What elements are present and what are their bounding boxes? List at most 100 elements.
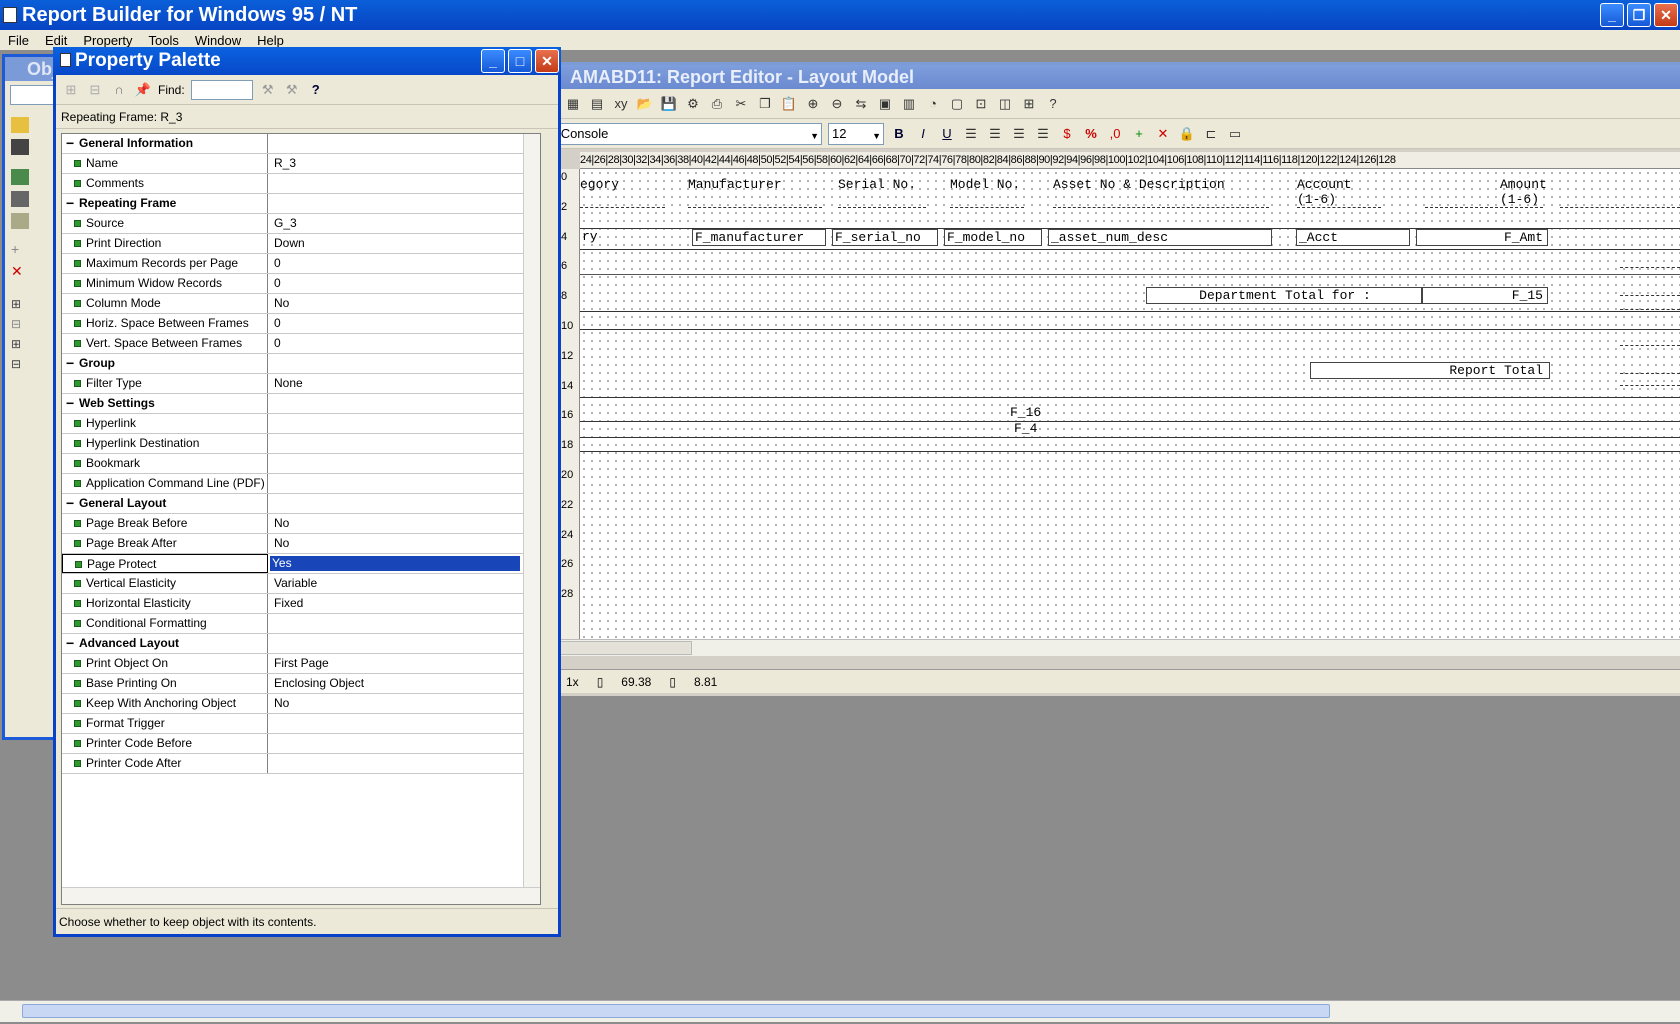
align-icon[interactable]: ⇆	[852, 95, 870, 113]
property-row[interactable]: Conditional Formatting	[62, 614, 540, 634]
layout-canvas[interactable]: egory Manufacturer Serial No. Model No. …	[580, 169, 1680, 639]
property-value[interactable]: G_3	[268, 214, 540, 233]
add-decimal-icon[interactable]: +	[1130, 125, 1148, 143]
property-row[interactable]: Printer Code Before	[62, 734, 540, 754]
comma-icon[interactable]: ,0	[1106, 125, 1124, 143]
property-row[interactable]: Maximum Records per Page 0	[62, 254, 540, 274]
field-category[interactable]: ry	[580, 229, 672, 246]
menu-property[interactable]: Property	[75, 33, 140, 48]
lock-icon[interactable]: 🔒	[1178, 125, 1196, 143]
property-row[interactable]: Vertical Elasticity Variable	[62, 574, 540, 594]
property-value[interactable]: No	[268, 294, 540, 313]
palette-icon[interactable]: ⊞	[1020, 95, 1038, 113]
minimize-button[interactable]: _	[1600, 3, 1624, 27]
field-model-no[interactable]: F_model_no	[944, 229, 1042, 246]
align-center-icon[interactable]: ☰	[986, 125, 1004, 143]
cut-icon[interactable]: ✂	[732, 95, 750, 113]
expand-all-icon[interactable]: ⊞	[11, 337, 29, 353]
property-value[interactable]	[268, 474, 540, 493]
property-value[interactable]	[268, 434, 540, 453]
property-row[interactable]: Keep With Anchoring Object No	[62, 694, 540, 714]
property-value[interactable]: 0	[268, 314, 540, 333]
currency-icon[interactable]: $	[1058, 125, 1076, 143]
underline-icon[interactable]: U	[938, 125, 956, 143]
freeze-icon[interactable]: 📌	[134, 81, 152, 99]
property-row[interactable]: Print Object On First Page	[62, 654, 540, 674]
data-model-icon[interactable]: ▦	[564, 95, 582, 113]
create-icon[interactable]: +	[11, 241, 29, 257]
property-value[interactable]: No	[268, 534, 540, 553]
property-value[interactable]: 0	[268, 254, 540, 273]
bold-icon[interactable]: B	[890, 125, 908, 143]
find-prev-icon[interactable]: ⚒	[283, 81, 301, 99]
palette-horizontal-scrollbar[interactable]	[62, 887, 540, 904]
palette-vertical-scrollbar[interactable]	[523, 134, 540, 904]
scroll-thumb[interactable]	[542, 641, 692, 655]
property-row[interactable]: Vert. Space Between Frames 0	[62, 334, 540, 354]
find-next-icon[interactable]: ⚒	[259, 81, 277, 99]
collapse-icon[interactable]: −	[66, 136, 74, 150]
align-left-icon[interactable]: ☰	[962, 125, 980, 143]
new-icon[interactable]	[11, 213, 29, 229]
run-icon[interactable]: ⚙	[684, 95, 702, 113]
collapse-icon[interactable]: −	[66, 356, 74, 370]
remove-decimal-icon[interactable]: ✕	[1154, 125, 1172, 143]
collapse-icon[interactable]: −	[66, 636, 74, 650]
close-button[interactable]: ✕	[1654, 3, 1678, 27]
property-value[interactable]: None	[268, 374, 540, 393]
property-row[interactable]: Printer Code After	[62, 754, 540, 774]
confine-icon[interactable]: ⊡	[972, 95, 990, 113]
property-value[interactable]: Fixed	[268, 594, 540, 613]
copy-icon[interactable]: ❐	[756, 95, 774, 113]
field-f4[interactable]: F_4	[1014, 421, 1037, 436]
field-asset-desc[interactable]: _asset_num_desc	[1048, 229, 1272, 246]
property-row[interactable]: Horizontal Elasticity Fixed	[62, 594, 540, 614]
palette-minimize-button[interactable]: _	[481, 49, 505, 73]
collapse-icon[interactable]: −	[66, 496, 74, 510]
property-row[interactable]: Horiz. Space Between Frames 0	[62, 314, 540, 334]
italic-icon[interactable]: I	[914, 125, 932, 143]
field-amt[interactable]: F_Amt	[1416, 229, 1548, 246]
find-input[interactable]	[190, 79, 253, 100]
property-row[interactable]: Page Break After No	[62, 534, 540, 554]
property-row[interactable]: Bookmark	[62, 454, 540, 474]
property-section[interactable]: − Repeating Frame	[62, 194, 540, 214]
property-section[interactable]: − General Information	[62, 134, 540, 154]
property-value[interactable]: R_3	[268, 154, 540, 173]
property-value[interactable]: 0	[268, 334, 540, 353]
delete-icon[interactable]: ✕	[11, 263, 29, 279]
field-manufacturer[interactable]: F_manufacturer	[692, 229, 826, 246]
field-acct[interactable]: _Acct	[1296, 229, 1410, 246]
property-value[interactable]	[268, 714, 540, 733]
collapse-icon[interactable]: −	[66, 196, 74, 210]
collapse-icon[interactable]: ⊟	[11, 317, 29, 333]
property-row[interactable]: Format Trigger	[62, 714, 540, 734]
help-icon[interactable]: ?	[1044, 95, 1062, 113]
property-value[interactable]: Enclosing Object	[268, 674, 540, 693]
property-row[interactable]: Comments	[62, 174, 540, 194]
palette-close-button[interactable]: ✕	[535, 49, 559, 73]
property-value[interactable]	[268, 454, 540, 473]
collapse-all-icon[interactable]: ⊟	[11, 357, 29, 373]
expand-icon[interactable]: ⊞	[11, 297, 29, 313]
property-value[interactable]	[268, 754, 540, 773]
property-row[interactable]: Print Direction Down	[62, 234, 540, 254]
percent-icon[interactable]: %	[1082, 125, 1100, 143]
workspace-horizontal-scrollbar[interactable]	[0, 1000, 1680, 1022]
property-row[interactable]: Base Printing On Enclosing Object	[62, 674, 540, 694]
property-row[interactable]: Page Break Before No	[62, 514, 540, 534]
property-value[interactable]: Variable	[268, 574, 540, 593]
property-section[interactable]: − General Layout	[62, 494, 540, 514]
property-section[interactable]: − Web Settings	[62, 394, 540, 414]
property-value[interactable]: No	[268, 694, 540, 713]
property-value[interactable]: No	[268, 514, 540, 533]
menu-file[interactable]: File	[0, 33, 37, 48]
menu-edit[interactable]: Edit	[37, 33, 75, 48]
property-row[interactable]: Column Mode No	[62, 294, 540, 314]
property-section[interactable]: − Group	[62, 354, 540, 374]
print-icon[interactable]: ⎙	[708, 95, 726, 113]
property-value[interactable]	[268, 174, 540, 193]
field-f16[interactable]: F_16	[1010, 405, 1041, 420]
property-row[interactable]: Hyperlink	[62, 414, 540, 434]
field-f15[interactable]: F_15	[1422, 287, 1548, 304]
